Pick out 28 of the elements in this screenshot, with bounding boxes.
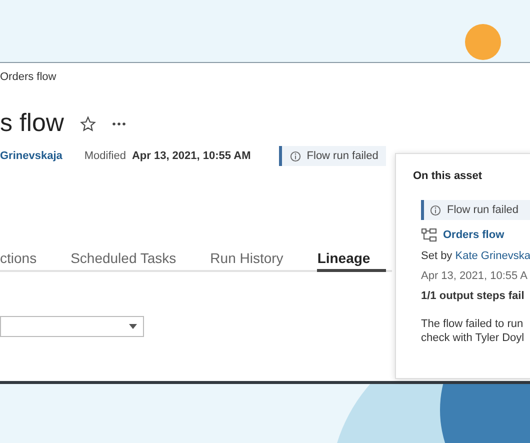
alert-date: Apr 13, 2021, 10:55 A bbox=[421, 270, 528, 282]
tab[interactable]: Run History bbox=[210, 250, 284, 272]
status-badge[interactable]: Flow run failed bbox=[278, 146, 386, 166]
breadcrumb-link[interactable]: Orders flow bbox=[0, 71, 530, 83]
alert-summary: 1/1 output steps fail bbox=[421, 290, 526, 302]
tab[interactable]: ctions bbox=[0, 250, 37, 272]
alert-message: The flow failed to run bbox=[421, 318, 524, 330]
popover-heading: On this asset bbox=[413, 170, 484, 182]
decorative-circle bbox=[465, 24, 501, 60]
set-by-label: Set by bbox=[421, 250, 454, 262]
tab[interactable]: Scheduled Tasks bbox=[70, 250, 176, 272]
flow-icon bbox=[421, 228, 437, 242]
more-icon[interactable] bbox=[112, 122, 126, 126]
info-icon bbox=[290, 150, 301, 162]
tab[interactable]: Lineage bbox=[317, 250, 386, 272]
page-title: s flow bbox=[0, 109, 64, 138]
caret-icon bbox=[129, 324, 137, 329]
owner-link[interactable]: Grinevskaja bbox=[0, 150, 62, 162]
flow-link[interactable]: Orders flow bbox=[421, 228, 530, 242]
set-by-link[interactable]: Kate Grinevska bbox=[455, 250, 530, 262]
dropdown-field[interactable] bbox=[0, 316, 144, 337]
alert-text: Flow run failed bbox=[447, 204, 519, 216]
modified-date: Apr 13, 2021, 10:55 AM bbox=[132, 150, 251, 162]
star-icon[interactable] bbox=[80, 116, 96, 132]
alert-message: check with Tyler Doyl bbox=[421, 332, 526, 344]
info-icon bbox=[430, 204, 441, 216]
status-text: Flow run failed bbox=[306, 150, 378, 162]
modified-label: Modified bbox=[84, 150, 126, 162]
